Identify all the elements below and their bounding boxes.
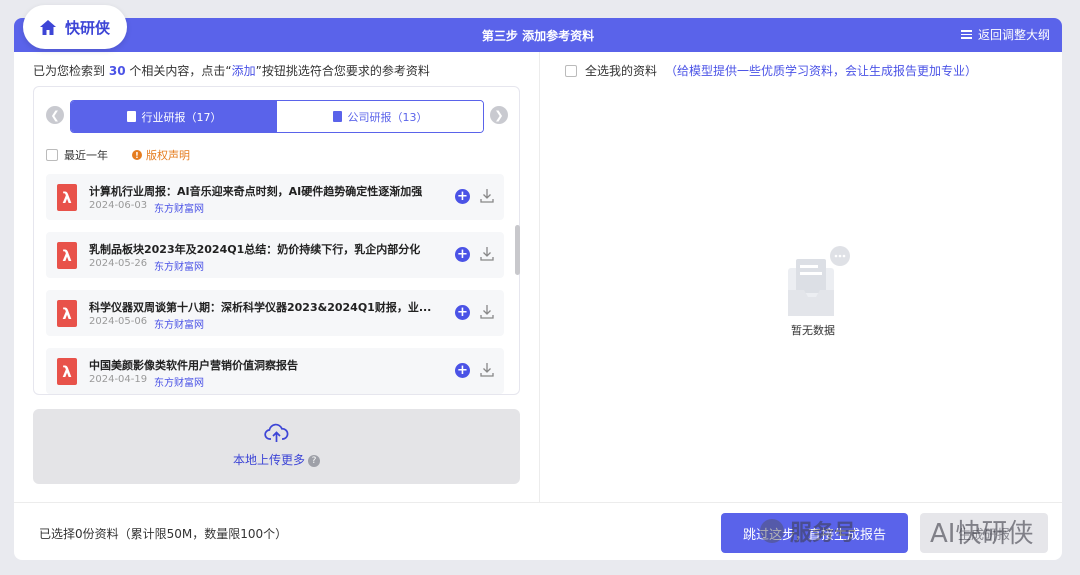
download-icon[interactable]	[479, 303, 495, 321]
add-icon[interactable]: +	[455, 189, 470, 204]
prev-arrow-icon[interactable]: ❮	[46, 106, 64, 124]
local-upload-button[interactable]: 本地上传更多?	[33, 409, 520, 484]
list-scrollbar[interactable]	[515, 225, 520, 275]
footer-bar: 已选择0份资料（累计限50M，数量限100个） 跳过这步，直接生成报告 生成研报	[14, 502, 1062, 560]
upload-label-row: 本地上传更多?	[33, 451, 520, 468]
item-source: 东方财富网	[154, 378, 204, 389]
list-item[interactable]: λ 科学仪器双周谈第十八期：深析科学仪器2023&2024Q1财报，业... 2…	[46, 290, 504, 336]
summary-mid: 个相关内容，点击“	[129, 64, 232, 78]
tab-label: 公司研报（13）	[347, 110, 428, 124]
upload-label: 本地上传更多	[232, 453, 305, 467]
pdf-icon: λ	[57, 300, 77, 327]
warning-icon: !	[132, 150, 142, 160]
report-tabs: 行业研报（17） 公司研报（13）	[70, 100, 484, 133]
step-title: 第三步 添加参考资料	[481, 29, 595, 43]
add-icon[interactable]: +	[455, 305, 470, 320]
results-summary: 已为您检索到 30 个相关内容，点击“添加”按钮挑选符合您要求的参考资料	[33, 62, 430, 79]
pdf-icon: λ	[57, 358, 77, 385]
add-icon[interactable]: +	[455, 363, 470, 378]
item-source: 东方财富网	[154, 262, 204, 273]
filter-row: 最近一年 ! 版权声明	[46, 147, 190, 163]
selected-count-text: 已选择0份资料（累计限50M，数量限100个）	[39, 527, 288, 541]
back-label: 返回调整大纲	[977, 28, 1050, 42]
logo-text: 快研侠	[65, 18, 111, 37]
document-icon	[126, 111, 136, 122]
summary-suffix: ”按钮挑选符合您要求的参考资料	[255, 64, 430, 78]
back-to-outline-button[interactable]: 返回调整大纲	[960, 26, 1050, 43]
item-source: 东方财富网	[154, 204, 204, 215]
item-title: 中国美颜影像类软件用户营销价值洞察报告	[89, 359, 298, 372]
select-all-checkbox[interactable]	[565, 64, 577, 77]
search-results-panel: 已为您检索到 30 个相关内容，点击“添加”按钮挑选符合您要求的参考资料 ❮ 行…	[14, 52, 539, 502]
item-title: 乳制品板块2023年及2024Q1总结：奶价持续下行，乳企内部分化	[89, 243, 421, 256]
download-icon[interactable]	[479, 361, 495, 379]
tab-industry-reports[interactable]: 行业研报（17）	[71, 101, 277, 132]
logo[interactable]: 快研侠	[23, 5, 127, 49]
item-title: 科学仪器双周谈第十八期：深析科学仪器2023&2024Q1财报，业...	[89, 301, 432, 314]
download-icon[interactable]	[479, 187, 495, 205]
select-all-hint: （给模型提供一些优质学习资料，会让生成报告更加专业）	[665, 64, 978, 78]
select-all-label: 全选我的资料	[585, 64, 658, 78]
item-date: 2024-05-06	[89, 316, 148, 327]
summary-prefix: 已为您检索到	[33, 64, 106, 78]
empty-inbox-icon	[788, 246, 850, 316]
watermark-left: 服务号	[760, 515, 856, 547]
tab-company-reports[interactable]: 公司研报（13）	[277, 101, 483, 132]
cloud-upload-icon	[264, 423, 289, 442]
copyright-label: 版权声明	[146, 149, 190, 162]
download-icon[interactable]	[479, 245, 495, 263]
home-icon	[40, 19, 56, 35]
select-all-row: 全选我的资料 （给模型提供一些优质学习资料，会让生成报告更加专业）	[565, 62, 977, 79]
pdf-icon: λ	[57, 242, 77, 269]
item-date: 2024-06-03	[89, 200, 148, 211]
list-item[interactable]: λ 计算机行业周报：AI音乐迎来奇点时刻，AI硬件趋势确定性逐渐加强 2024-…	[46, 174, 504, 220]
item-date: 2024-05-26	[89, 258, 148, 269]
my-materials-panel: 全选我的资料 （给模型提供一些优质学习资料，会让生成报告更加专业） 暂无数据	[539, 52, 1062, 502]
report-list-box: ❮ 行业研报（17） 公司研报（13） ❯ 最近一年 ! 版权声明 λ 计算机行…	[33, 86, 520, 395]
item-date: 2024-04-19	[89, 374, 148, 385]
item-source: 东方财富网	[154, 320, 204, 331]
watermark-left-text: 服务号	[790, 521, 857, 546]
pdf-icon: λ	[57, 184, 77, 211]
result-count: 30	[108, 64, 126, 78]
summary-add-word: 添加	[231, 64, 256, 78]
recent-year-label: 最近一年	[64, 149, 108, 162]
top-bar: 第三步 添加参考资料 返回调整大纲	[14, 18, 1062, 52]
copyright-link[interactable]: ! 版权声明	[132, 147, 190, 163]
menu-icon	[960, 30, 972, 39]
add-icon[interactable]: +	[455, 247, 470, 262]
list-item[interactable]: λ 乳制品板块2023年及2024Q1总结：奶价持续下行，乳企内部分化 2024…	[46, 232, 504, 278]
recent-year-checkbox[interactable]	[46, 149, 58, 161]
tab-label: 行业研报（17）	[141, 110, 222, 124]
next-arrow-icon[interactable]: ❯	[490, 106, 508, 124]
watermark-right: AI快研侠	[930, 519, 1034, 549]
document-icon	[332, 111, 342, 122]
list-item[interactable]: λ 中国美颜影像类软件用户营销价值洞察报告 2024-04-19 东方财富网 +	[46, 348, 504, 394]
main-panel: 第三步 添加参考资料 返回调整大纲 已为您检索到 30 个相关内容，点击“添加”…	[14, 18, 1062, 560]
item-title: 计算机行业周报：AI音乐迎来奇点时刻，AI硬件趋势确定性逐渐加强	[89, 185, 423, 198]
empty-state: 暂无数据	[772, 232, 852, 337]
wechat-icon	[760, 519, 784, 543]
help-icon[interactable]: ?	[308, 454, 320, 467]
empty-label: 暂无数据	[791, 324, 835, 337]
